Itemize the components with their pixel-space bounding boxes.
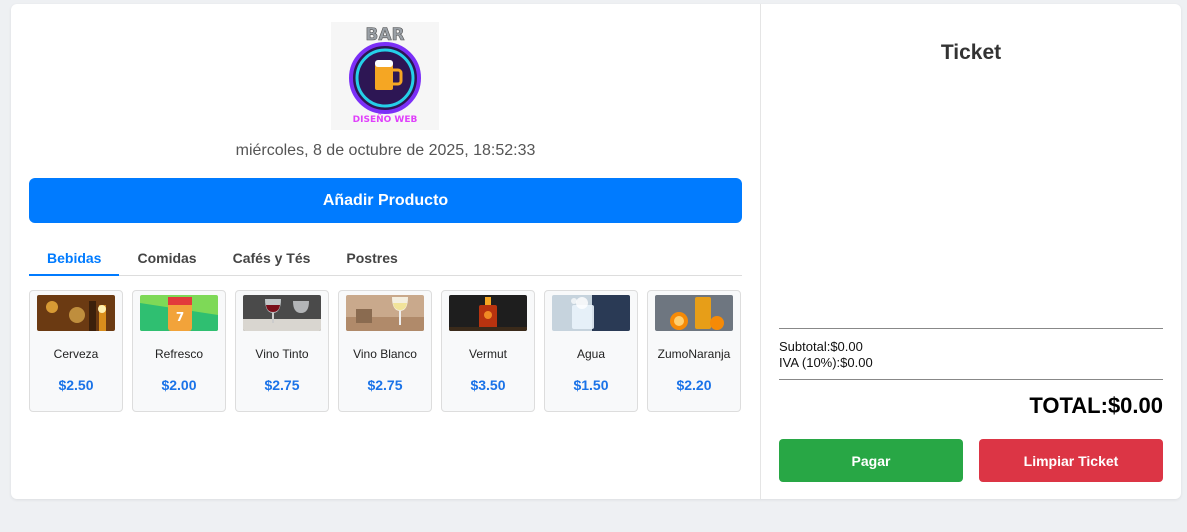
datetime-text: miércoles, 8 de octubre de 2025, 18:52:3… [235, 142, 536, 159]
logo-subtitle: DISEÑO WEB [353, 114, 418, 125]
product-price: $2.75 [264, 377, 300, 393]
product-price: $2.75 [367, 377, 403, 393]
product-card-cerveza[interactable]: Cerveza $2.50 [29, 290, 123, 412]
product-card-agua[interactable]: Agua $1.50 [544, 290, 638, 412]
product-grid: Cerveza $2.50 7 Refresco $2.00 Vino Tint… [29, 290, 741, 412]
product-name: Agua [576, 347, 606, 361]
products-panel: BAR DISEÑO WEB miércoles, 8 de octubre d… [11, 4, 761, 499]
product-card-vino-tinto[interactable]: Vino Tinto $2.75 [235, 290, 329, 412]
iva-text: IVA (10%):$0.00 [779, 355, 873, 370]
orange-juice-image [655, 295, 733, 331]
bar-logo: BAR DISEÑO WEB [331, 22, 439, 130]
product-name: ZumoNaranja [657, 347, 731, 361]
ticket-panel: Ticket Subtotal:$0.00 IVA (10%):$0.00 TO… [761, 4, 1181, 499]
subtotal-text: Subtotal:$0.00 [779, 339, 863, 354]
category-tabs: Bebidas Comidas Cafés y Tés Postres [29, 240, 742, 276]
beer-bottles-image [37, 295, 115, 331]
tab-comidas[interactable]: Comidas [119, 240, 214, 276]
svg-text:7: 7 [176, 310, 184, 324]
vermouth-image [449, 295, 527, 331]
product-price: $2.50 [58, 377, 94, 393]
product-card-zumo-naranja[interactable]: ZumoNaranja $2.20 [647, 290, 741, 412]
ticket-title: Ticket [940, 41, 1002, 64]
clear-ticket-button[interactable]: Limpiar Ticket [979, 439, 1163, 482]
water-image [552, 295, 630, 331]
logo-title: BAR [365, 25, 404, 45]
soda-can-image: 7 [140, 295, 218, 331]
tab-bebidas[interactable]: Bebidas [29, 240, 120, 276]
tab-cafes-y-tes[interactable]: Cafés y Tés [215, 240, 329, 276]
product-card-vermut[interactable]: Vermut $3.50 [441, 290, 535, 412]
product-price: $3.50 [470, 377, 506, 393]
product-card-vino-blanco[interactable]: Vino Blanco $2.75 [338, 290, 432, 412]
main-card: BAR DISEÑO WEB miércoles, 8 de octubre d… [11, 4, 1181, 499]
total-text: TOTAL:$0.00 [1029, 393, 1163, 418]
product-name: Vermut [468, 347, 507, 361]
beer-icon: BAR DISEÑO WEB [331, 22, 439, 130]
product-name: Refresco [154, 347, 204, 361]
tab-postres[interactable]: Postres [328, 240, 415, 276]
product-name: Vino Tinto [255, 347, 309, 361]
product-price: $2.20 [676, 377, 712, 393]
divider [779, 379, 1163, 380]
red-wine-image [243, 295, 321, 331]
product-price: $2.00 [161, 377, 197, 393]
pay-button[interactable]: Pagar [779, 439, 963, 482]
product-name: Vino Blanco [353, 347, 417, 361]
product-card-refresco[interactable]: 7 Refresco $2.00 [132, 290, 226, 412]
white-wine-image [346, 295, 424, 331]
divider [779, 328, 1163, 329]
product-price: $1.50 [573, 377, 609, 393]
add-product-button[interactable]: Añadir Producto [29, 178, 742, 223]
product-name: Cerveza [53, 347, 99, 361]
